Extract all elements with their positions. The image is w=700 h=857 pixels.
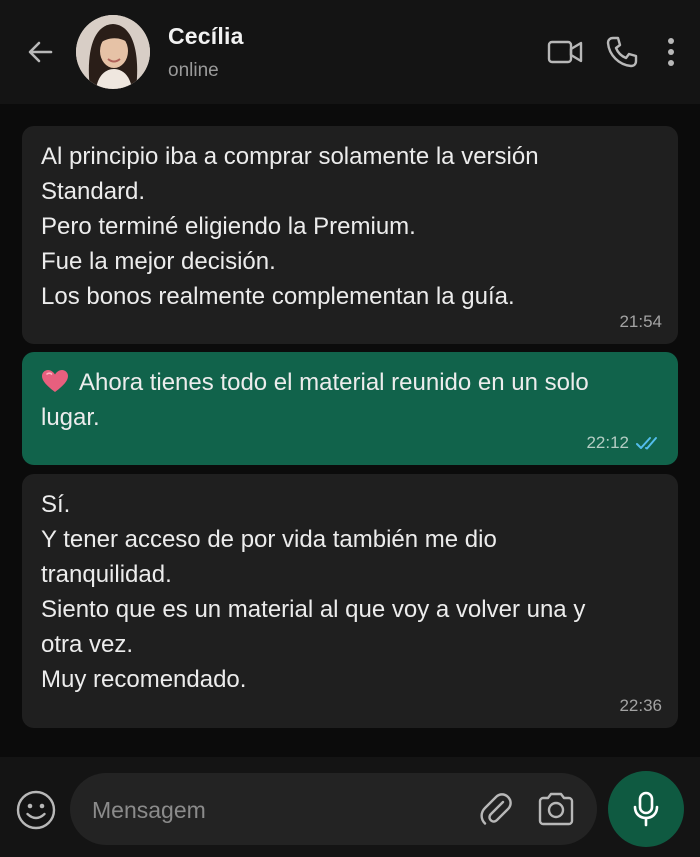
message-line: Standard. (41, 178, 146, 205)
microphone-icon (633, 791, 659, 827)
message-line: Los bonos realmente complementan la guía… (41, 283, 515, 310)
message-input-container (70, 773, 597, 845)
message-time: 21:54 (619, 312, 662, 332)
contact-name: Cecília (168, 22, 244, 49)
avatar[interactable] (76, 15, 150, 89)
contact-status: online (168, 59, 219, 81)
message-line: Ahora tienes todo el material reunido en… (41, 365, 659, 400)
chat-header: Cecília online (0, 0, 700, 104)
message-line: Pero terminé eligiendo la Premium. (41, 213, 416, 240)
message-line: Sí. (41, 491, 71, 518)
contact-photo (76, 15, 150, 89)
read-receipt-icon (636, 435, 662, 451)
voice-call-button[interactable] (604, 34, 640, 70)
message-time: 22:12 (586, 433, 662, 453)
heart-emoji-icon (42, 370, 68, 392)
message-input[interactable] (92, 794, 462, 826)
message-bubble-incoming[interactable]: Al principio iba a comprar solamente la … (22, 126, 678, 344)
back-arrow-icon (28, 41, 53, 63)
message-timestamp: 21:54 (619, 312, 662, 331)
message-line: Siento que es un material al que voy a v… (41, 596, 586, 623)
message-line: Y tener acceso de por vida también me di… (41, 526, 497, 553)
more-options-button[interactable] (664, 34, 678, 70)
header-actions (546, 34, 678, 70)
contact-info[interactable]: Cecília online (168, 23, 244, 82)
video-call-button[interactable] (546, 34, 584, 70)
message-bubble-outgoing[interactable]: Ahora tienes todo el material reunido en… (22, 352, 678, 465)
paperclip-icon (480, 793, 512, 825)
message-line: tranquilidad. (41, 561, 172, 588)
phone-icon (606, 36, 638, 68)
message-line: Muy recomendado. (41, 666, 247, 693)
emoji-icon (16, 790, 56, 830)
composer-bar (0, 757, 700, 857)
emoji-button[interactable] (15, 789, 57, 831)
message-line: Al principio iba a comprar solamente la … (41, 143, 539, 170)
message-line: otra vez. (41, 631, 134, 658)
video-call-icon (547, 40, 583, 64)
message-bubble-incoming[interactable]: Sí. Y tener acceso de por vida también m… (22, 474, 678, 728)
attach-button[interactable] (477, 790, 515, 828)
voice-message-button[interactable] (608, 771, 684, 847)
message-timestamp: 22:12 (586, 433, 629, 452)
message-line: lugar. (41, 404, 100, 431)
message-text: Ahora tienes todo el material reunido en… (79, 369, 589, 396)
chat-area[interactable]: Al principio iba a comprar solamente la … (0, 104, 700, 757)
back-button[interactable] (22, 34, 58, 70)
message-line: Fue la mejor decisión. (41, 248, 276, 275)
message-timestamp: 22:36 (619, 696, 662, 715)
camera-button[interactable] (536, 791, 576, 829)
more-vert-icon (668, 38, 674, 66)
camera-icon (538, 792, 574, 826)
message-time: 22:36 (619, 696, 662, 716)
